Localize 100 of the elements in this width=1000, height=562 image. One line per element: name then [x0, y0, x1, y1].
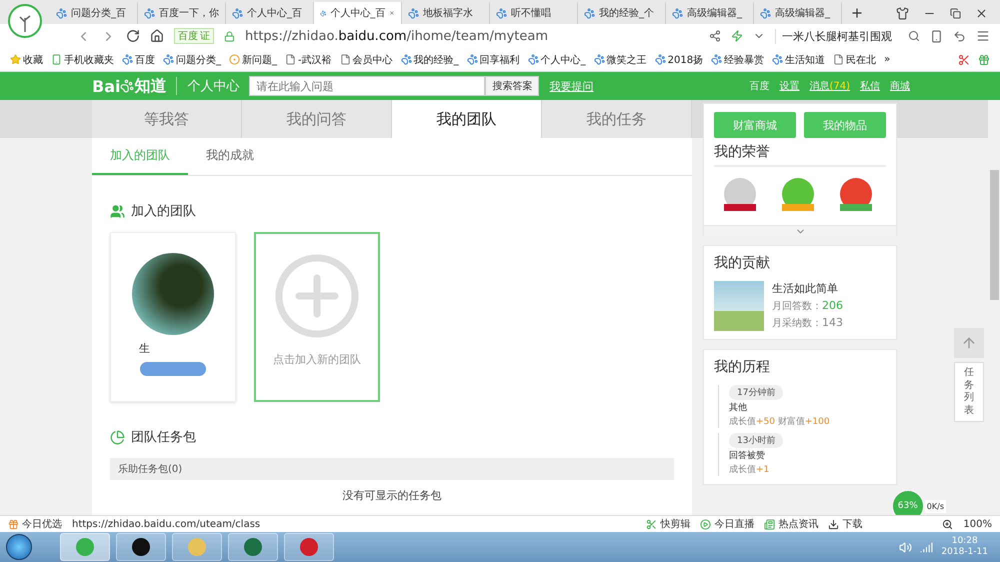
search-button[interactable]: 搜索答案 [485, 76, 540, 96]
bookmark-label: 会员中心 [352, 54, 393, 66]
gift-icon [8, 518, 19, 530]
sub-tab[interactable]: 我的成就 [188, 138, 272, 175]
card-title: 我的贡献 [714, 254, 771, 273]
bookmark[interactable]: 民在北 [833, 52, 876, 66]
paw-icon [711, 54, 722, 65]
certificate-badge: 百度 证 [174, 28, 214, 44]
volume-icon[interactable] [899, 540, 912, 554]
bookmark-label: 新问题_ [242, 54, 277, 66]
bookmark[interactable]: -武汉裕 [285, 52, 332, 66]
section-title: 个人中心 [176, 77, 240, 95]
lock-icon [224, 30, 235, 42]
section-title: 团队任务包 [131, 429, 196, 446]
bookmark[interactable]: 微笑之王 [594, 52, 647, 66]
reload-icon[interactable] [126, 29, 140, 43]
more-bookmarks[interactable]: » [884, 54, 890, 65]
scissors-icon [646, 518, 658, 530]
search-icon[interactable] [908, 30, 920, 42]
gift-icon[interactable] [978, 54, 990, 66]
main-tab[interactable]: 等我答 [92, 100, 242, 138]
address-field[interactable]: https://zhidao.baidu.com/ihome/team/myteam [245, 28, 548, 44]
app-icon [75, 537, 95, 557]
up-arrow-icon [961, 335, 977, 351]
username: 百度 [749, 80, 770, 93]
play-icon [700, 518, 712, 530]
zoom-level[interactable]: 100% [963, 518, 992, 530]
paw-icon [232, 8, 243, 18]
scissors-icon[interactable] [958, 54, 970, 66]
gain-line: 成长值+1 [729, 464, 770, 476]
paw-icon [528, 54, 539, 65]
team-name: 生 [139, 341, 150, 356]
bookmark-label: 百度 [135, 54, 155, 66]
status-label: 今日直播 [714, 518, 754, 531]
share-icon[interactable] [709, 30, 721, 42]
bookmark-label: 经验暴赏 [724, 54, 764, 66]
main-tab[interactable]: 我的任务 [542, 100, 692, 138]
paw-icon [122, 54, 133, 65]
stat-line: 月采纳数：143 [772, 316, 843, 330]
new-tab-icon[interactable] [850, 6, 864, 20]
status-item[interactable]: 今日直播 [700, 517, 754, 531]
search-field[interactable]: 一米八长腿柯基引围观 [775, 28, 898, 44]
undo-icon[interactable] [953, 30, 966, 42]
bookmark[interactable]: 问题分类_ [163, 52, 221, 66]
close-icon[interactable] [975, 6, 988, 20]
menu-icon[interactable] [976, 29, 990, 43]
bookmark-label: 生活知道 [785, 54, 826, 66]
bookmark-label: 手机收藏夹 [64, 54, 114, 66]
status-item[interactable]: 下载 [828, 517, 862, 531]
browser-tab[interactable]: 个人中心_百 [314, 2, 402, 24]
ring-icon [229, 54, 240, 65]
bookmark-label: -武汉裕 [298, 54, 332, 66]
main-tab[interactable]: 我的问答 [242, 100, 392, 138]
bookmark-label: 微笑之王 [606, 54, 647, 66]
bookmark[interactable]: 手机收藏夹 [51, 52, 114, 66]
time-label: 17分钟前 [729, 385, 784, 400]
page-icon [833, 54, 844, 65]
paw-icon [594, 54, 605, 65]
page-icon [340, 54, 351, 65]
paw-icon [672, 8, 683, 18]
bookmark[interactable]: 新问题_ [229, 52, 277, 66]
status-label: 下载 [842, 518, 862, 531]
paw-logo-icon [120, 79, 134, 93]
signal-icon[interactable] [920, 540, 934, 554]
home-icon[interactable] [150, 29, 164, 43]
paw-icon [466, 54, 478, 65]
paw-icon [772, 54, 784, 65]
status-item[interactable]: 快剪辑 [646, 517, 690, 531]
download-icon [828, 518, 840, 530]
bookmark[interactable]: 收藏 [10, 52, 43, 66]
close-icon[interactable] [389, 8, 395, 18]
status-text[interactable]: 今日优选 [22, 517, 62, 531]
search-field[interactable]: 请在此输入问题 [249, 76, 486, 96]
logo-text: Bai [92, 76, 120, 96]
paw-icon [56, 8, 67, 18]
bookmark[interactable]: 我的经验_ [400, 52, 459, 66]
taskbar-app[interactable] [116, 533, 166, 561]
bookmark[interactable]: 会员中心 [340, 52, 393, 66]
bookmark-label: 民在北 [846, 54, 876, 66]
bookmark[interactable]: 生活知道 [772, 52, 826, 66]
paw-icon [163, 54, 174, 65]
page-icon [285, 54, 296, 65]
time-label: 13小时前 [729, 433, 784, 448]
restore-icon[interactable] [950, 8, 961, 18]
event-title: 其他 [729, 402, 748, 414]
bookmark[interactable]: 经验暴赏 [711, 52, 764, 66]
bookmark[interactable]: 个人中心_ [528, 52, 586, 66]
bookmark[interactable]: 2018扬 [654, 52, 704, 66]
bookmark[interactable]: 百度 [122, 52, 155, 66]
lightning-icon[interactable] [731, 30, 743, 42]
task-list-button[interactable]: 任务列表 [954, 362, 984, 422]
team-card[interactable]: 生 [110, 232, 236, 402]
blurred-badge [140, 362, 206, 376]
status-item[interactable]: 热点资讯 [764, 517, 818, 531]
plus-circle-icon [275, 254, 359, 338]
bookmark[interactable]: 回享福利 [466, 52, 520, 66]
phone-icon[interactable] [930, 30, 943, 42]
start-button[interactable] [6, 534, 32, 560]
main-tab[interactable]: 我的团队 [392, 100, 542, 138]
shirt-icon[interactable] [896, 6, 909, 20]
